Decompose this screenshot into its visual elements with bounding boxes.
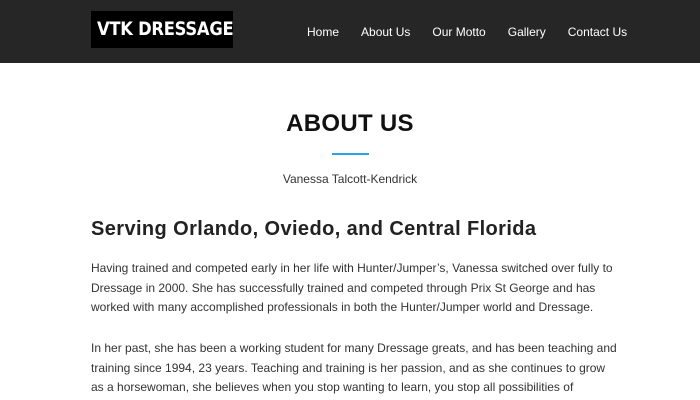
page-subtitle: Vanessa Talcott-Kendrick [282,172,418,186]
nav-contact-us-link[interactable]: Contact Us [568,25,627,39]
paragraph: Having trained and competed early in her… [91,261,613,314]
nav-gallery-link[interactable]: Gallery [508,25,546,39]
title-divider [332,153,369,155]
site-logo[interactable]: VTK DRESSAGE [91,11,234,48]
page-title: ABOUT US [286,110,414,137]
site-header: VTK DRESSAGE Home About Us Our Motto Gal… [0,0,700,63]
nav-about-us-link[interactable]: About Us [361,25,410,39]
main-nav: Home About Us Our Motto Gallery Contact … [307,0,627,63]
nav-our-motto-link[interactable]: Our Motto [432,25,485,39]
paragraph: In her past, she has been a working stud… [91,341,617,394]
logo-text: VTK DRESSAGE [97,18,234,40]
section-heading: Serving Orlando, Oviedo, and Central Flo… [91,218,537,240]
nav-home-link[interactable]: Home [307,25,339,39]
